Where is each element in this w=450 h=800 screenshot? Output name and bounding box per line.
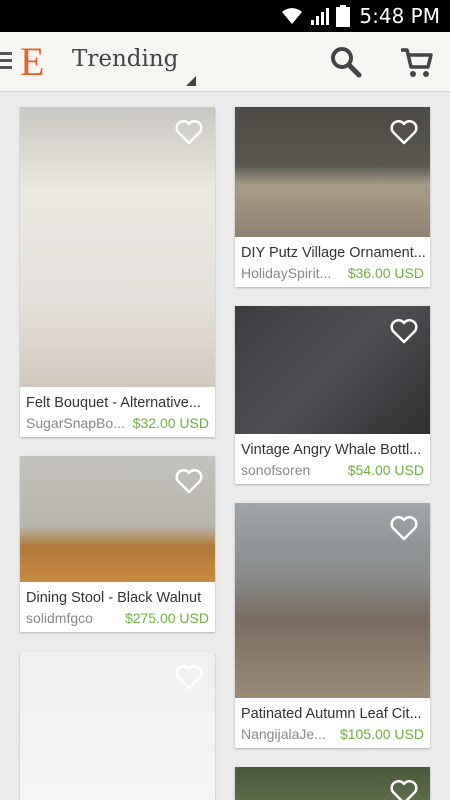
status-bar: 5:48 PM [0, 0, 450, 32]
status-time: 5:48 PM [359, 4, 440, 28]
signal-icon [311, 8, 329, 25]
battery-icon [336, 5, 350, 27]
wifi-icon [282, 8, 302, 24]
listing-card[interactable] [235, 767, 430, 800]
listing-price: $54.00 USD [347, 462, 424, 478]
favorite-heart-icon[interactable] [175, 468, 203, 494]
listing-title[interactable]: Vintage Angry Whale Bottl... [241, 442, 426, 458]
action-bar: E Trending [0, 32, 450, 92]
favorite-heart-icon[interactable] [390, 318, 418, 344]
listing-shop[interactable]: NangijalaJe... [241, 726, 335, 742]
favorite-heart-icon[interactable] [390, 119, 418, 145]
favorite-heart-icon[interactable] [390, 779, 418, 800]
listing-title[interactable]: DIY Putz Village Ornament... [241, 245, 426, 261]
listing-shop[interactable]: solidmfgco [26, 610, 126, 626]
listing-image[interactable] [20, 107, 215, 387]
favorite-heart-icon[interactable] [390, 515, 418, 541]
search-icon[interactable] [328, 44, 364, 80]
dropdown-indicator-icon[interactable] [186, 76, 196, 86]
favorite-heart-icon[interactable] [175, 119, 203, 145]
menu-icon[interactable] [0, 52, 14, 72]
listing-card[interactable]: Dining Stool - Black Walnut solidmfgco $… [20, 456, 215, 632]
listing-price: $32.00 USD [132, 415, 209, 431]
listing-card[interactable]: Felt Bouquet - Alternative... SugarSnapB… [20, 107, 215, 437]
etsy-logo[interactable]: E [20, 38, 44, 85]
cart-icon[interactable] [398, 44, 434, 80]
listing-price: $105.00 USD [339, 726, 424, 742]
listing-price: $36.00 USD [347, 265, 424, 281]
listing-card[interactable] [20, 652, 215, 800]
listing-card[interactable]: Patinated Autumn Leaf Cit... NangijalaJe… [235, 503, 430, 748]
listing-shop[interactable]: SugarSnapBo... [26, 415, 131, 431]
listing-price: $275.00 USD [124, 610, 209, 626]
listing-title[interactable]: Felt Bouquet - Alternative... [26, 395, 211, 411]
listing-title[interactable]: Dining Stool - Black Walnut [26, 590, 211, 606]
favorite-heart-icon[interactable] [175, 664, 203, 690]
listing-shop[interactable]: HolidaySpirit... [241, 265, 339, 281]
listing-card[interactable]: Vintage Angry Whale Bottl... sonofsoren … [235, 306, 430, 484]
listing-shop[interactable]: sonofsoren [241, 462, 341, 478]
page-title[interactable]: Trending [72, 46, 178, 72]
listing-card[interactable]: DIY Putz Village Ornament... HolidaySpir… [235, 107, 430, 287]
listing-title[interactable]: Patinated Autumn Leaf Cit... [241, 706, 426, 722]
